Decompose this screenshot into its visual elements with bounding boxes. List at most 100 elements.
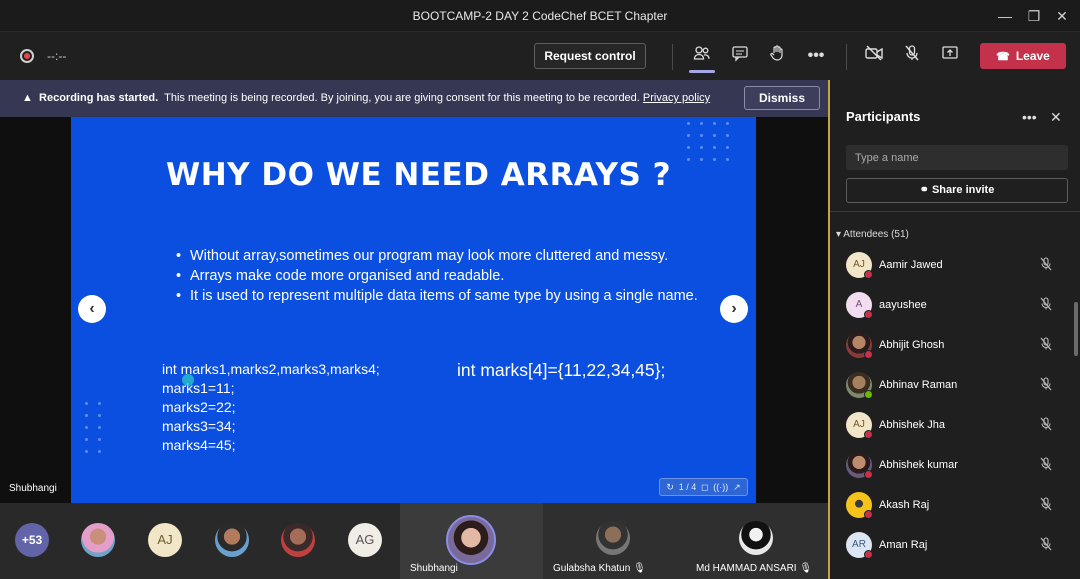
status-badge (864, 470, 873, 479)
camera-off-icon[interactable] (862, 44, 886, 68)
close-panel-icon[interactable]: ✕ (1050, 109, 1062, 126)
title-bar: BOOTCAMP-2 DAY 2 CodeChef BCET Chapter —… (0, 0, 1080, 32)
minimize-icon[interactable]: — (995, 6, 1015, 26)
recording-icon (20, 49, 34, 63)
mic-off-icon: 🎙︎ (799, 563, 813, 574)
participant-name: aayushee (879, 299, 927, 311)
expand-icon[interactable]: ↗ (733, 482, 741, 493)
window-title: BOOTCAMP-2 DAY 2 CodeChef BCET Chapter (412, 9, 668, 23)
participant-avatar[interactable]: AG (348, 523, 382, 557)
warning-icon: ▲ (22, 92, 33, 104)
slide-controls[interactable]: ↻ 1 / 4 ◻ ((·)) ↗ (659, 478, 748, 496)
next-slide-button[interactable]: › (720, 295, 748, 323)
status-badge (864, 350, 873, 359)
status-badge (864, 510, 873, 519)
toolbar-divider (672, 44, 673, 70)
participant-avatar[interactable] (281, 523, 315, 557)
video-tile-active-speaker[interactable]: Shubhangi (400, 503, 543, 579)
code-block-array: int marks[4]={11,22,34,45}; (457, 360, 666, 380)
mic-off-icon[interactable] (900, 44, 924, 68)
panel-scrollbar[interactable] (1074, 302, 1078, 356)
participants-icon[interactable] (690, 44, 714, 68)
banner-bold-text: Recording has started. (39, 92, 159, 104)
refresh-icon[interactable]: ↻ (666, 482, 674, 493)
video-tile[interactable]: Md HAMMAD ANSARI 🎙︎ (686, 503, 828, 579)
participant-row[interactable]: Abhijit Ghosh (830, 326, 1070, 366)
participant-avatar[interactable] (81, 523, 115, 557)
participant-row[interactable]: AJ Aamir Jawed (830, 246, 1070, 286)
participant-search-input[interactable] (846, 145, 1068, 170)
share-icon: ⚭ (919, 184, 929, 196)
participant-name: Abhijit Ghosh (879, 339, 945, 351)
toolbar-divider (846, 44, 847, 70)
sync-icon[interactable]: ◻ (701, 482, 708, 493)
participant-name: Akash Raj (879, 499, 930, 511)
status-badge (864, 430, 873, 439)
mic-off-icon[interactable] (1038, 496, 1054, 512)
slide-bullet: Arrays make code more organised and read… (176, 266, 706, 286)
laser-pointer (182, 374, 194, 386)
meeting-timer: --:-- (47, 49, 67, 63)
mic-off-icon: 🎙︎ (633, 563, 646, 574)
privacy-policy-link[interactable]: Privacy policy (643, 92, 710, 104)
code-line: marks4=45; (162, 437, 236, 453)
dismiss-button[interactable]: Dismiss (744, 86, 820, 110)
maximize-icon[interactable]: ❐ (1024, 6, 1044, 26)
status-badge (864, 310, 873, 319)
leave-button[interactable]: ☎ Leave (980, 43, 1066, 69)
slide-bullets: Without array,sometimes our program may … (176, 246, 706, 306)
more-options-icon[interactable]: ••• (804, 44, 828, 68)
participant-name: Abhishek kumar (879, 459, 958, 471)
participant-row[interactable]: AR Aman Raj (830, 526, 1070, 566)
presenter-name: Shubhangi (9, 483, 57, 494)
code-block-separate-variables: int marks1,marks2,marks3,marks4; marks1=… (162, 360, 380, 455)
more-options-icon[interactable]: ••• (1022, 109, 1037, 125)
raise-hand-icon[interactable] (765, 44, 789, 68)
participant-avatar (596, 521, 630, 555)
close-window-icon[interactable]: ✕ (1052, 6, 1072, 26)
participant-name: Aman Raj (879, 539, 928, 551)
mic-off-icon[interactable] (1038, 296, 1054, 312)
chat-icon[interactable] (728, 44, 752, 68)
participant-row[interactable]: Abhishek kumar (830, 446, 1070, 486)
page-indicator: 1 / 4 (678, 482, 697, 492)
divider (830, 211, 1080, 212)
participant-row[interactable]: Akash Raj (830, 486, 1070, 526)
mic-off-icon[interactable] (1038, 256, 1054, 272)
hang-up-icon: ☎ (996, 51, 1010, 63)
leave-label: Leave (1015, 49, 1050, 63)
participant-name: Aamir Jawed (879, 259, 943, 271)
slide-dots-decoration (85, 402, 102, 453)
active-tab-indicator (689, 70, 715, 73)
mic-off-icon[interactable] (1038, 536, 1054, 552)
mic-off-icon[interactable] (1038, 456, 1054, 472)
mic-off-icon[interactable] (1038, 376, 1054, 392)
participant-row[interactable]: A aayushee (830, 286, 1070, 326)
participant-row[interactable]: Abhinav Raman (830, 366, 1070, 406)
mic-off-icon[interactable] (1038, 416, 1054, 432)
recording-banner: ▲ Recording has started. This meeting is… (0, 80, 828, 117)
banner-message: This meeting is being recorded. By joini… (164, 92, 640, 104)
share-screen-icon[interactable] (938, 44, 962, 68)
mic-off-icon[interactable] (1038, 336, 1054, 352)
participant-row[interactable]: AJ Abhishek Jha (830, 406, 1070, 446)
share-invite-button[interactable]: ⚭ Share invite (846, 178, 1068, 203)
overflow-participants-badge[interactable]: +53 (15, 523, 49, 557)
attendees-section-header[interactable]: ▾ Attendees (51) (836, 229, 909, 240)
code-line: marks3=34; (162, 418, 236, 434)
participant-avatar[interactable]: AJ (148, 523, 182, 557)
video-gallery: +53 AJ AG Shubhangi Gulabsha Khatun 🎙︎ M… (0, 503, 828, 579)
participant-avatar[interactable] (215, 523, 249, 557)
slide-dots-decoration (687, 122, 730, 161)
tile-name: Shubhangi (410, 563, 458, 574)
banner-text: ▲ Recording has started. This meeting is… (22, 92, 710, 104)
video-tile[interactable]: Gulabsha Khatun 🎙︎ (543, 503, 686, 579)
attendees-count: Attendees (51) (843, 229, 909, 240)
participant-name: Abhinav Raman (879, 379, 958, 391)
previous-slide-button[interactable]: ‹ (78, 295, 106, 323)
status-badge (864, 270, 873, 279)
request-control-button[interactable]: Request control (534, 43, 646, 69)
broadcast-icon[interactable]: ((·)) (713, 482, 728, 492)
chevron-down-icon: ▾ (836, 229, 842, 240)
presentation-slide: WHY DO WE NEED ARRAYS ? Without array,so… (71, 117, 756, 503)
